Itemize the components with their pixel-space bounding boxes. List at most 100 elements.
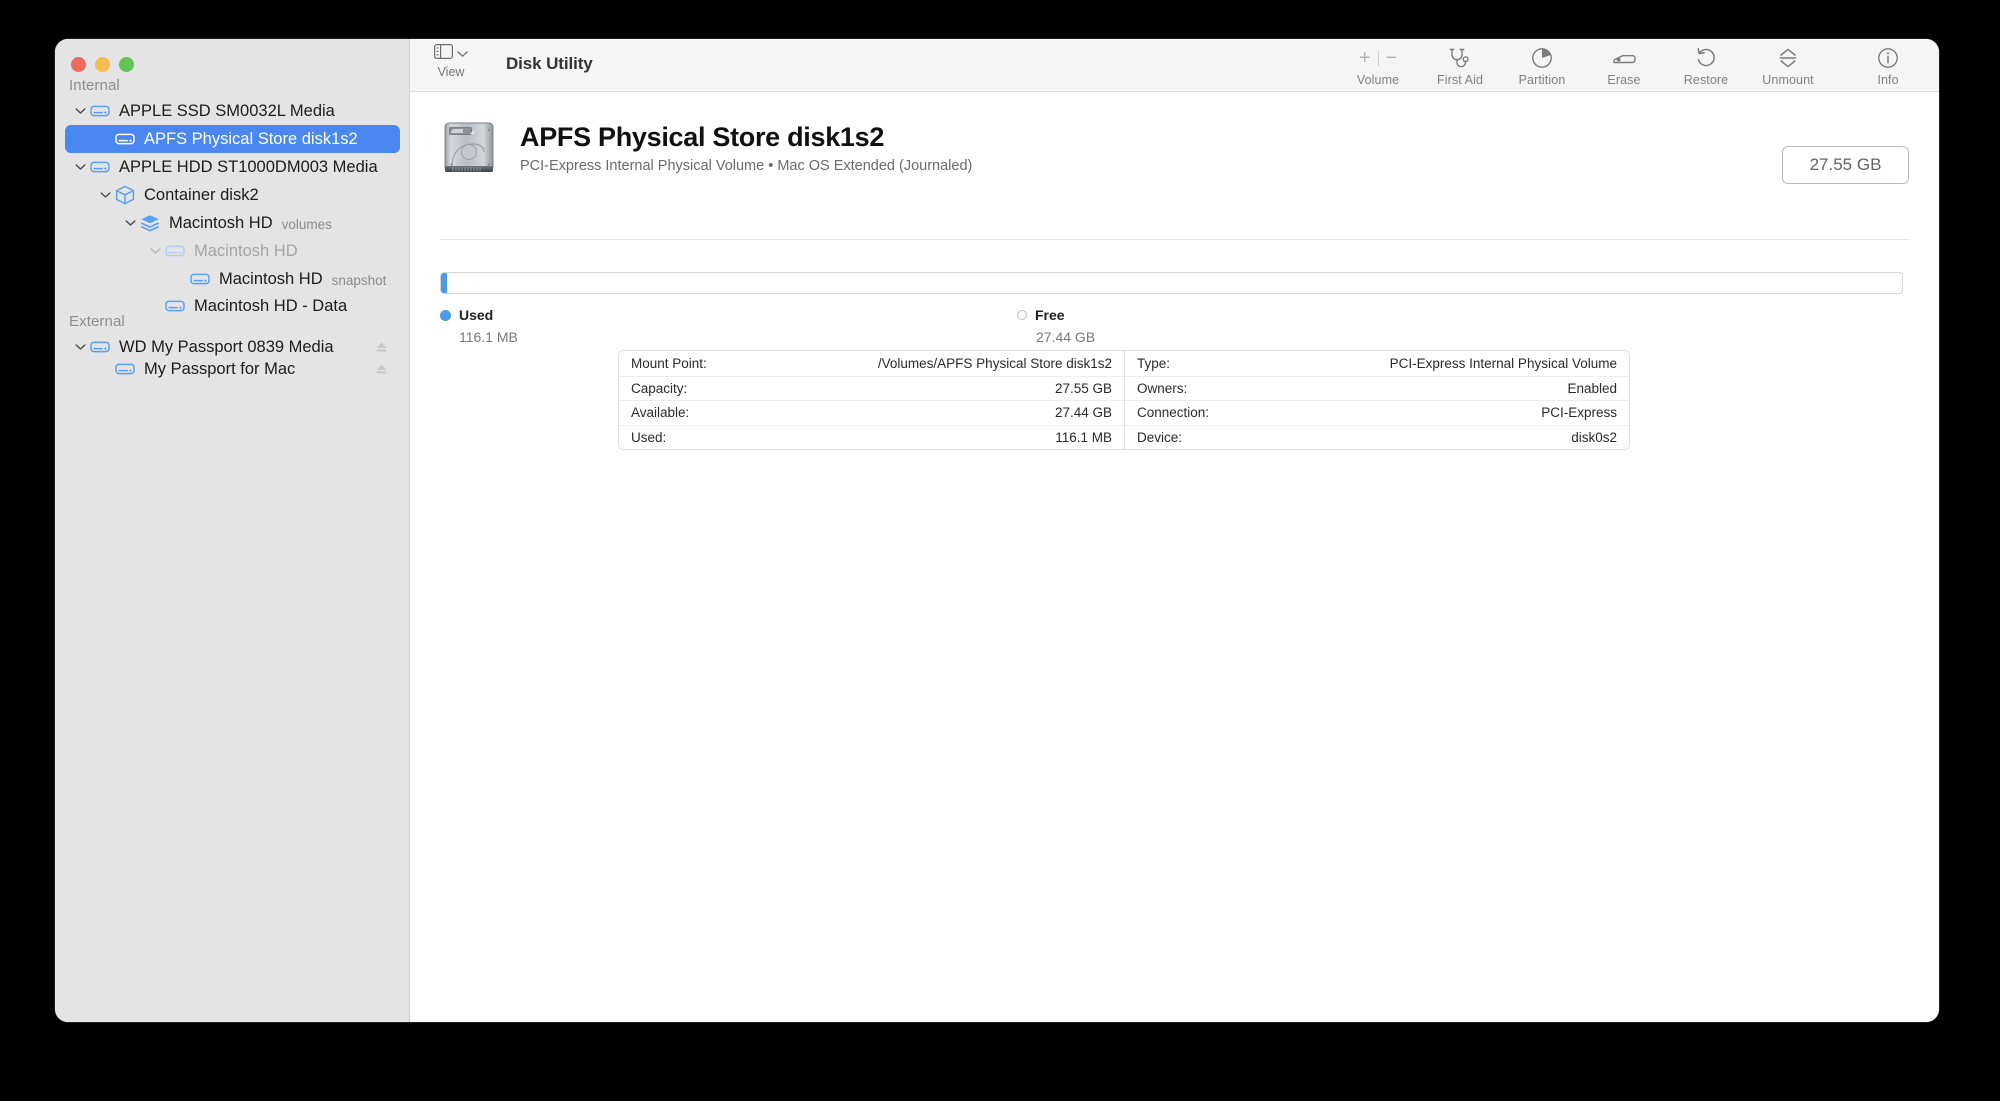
minimize-button[interactable]: [95, 57, 110, 72]
toolbar-label-info: Info: [1877, 73, 1899, 87]
view-glyph-group: [429, 44, 473, 64]
disk-icon: [114, 128, 136, 150]
info-column-left: Mount Point: /Volumes/APFS Physical Store…: [619, 351, 1124, 449]
disk-icon: [114, 358, 136, 380]
info-right-key: Connection:: [1137, 405, 1210, 421]
toolbar-item-partition[interactable]: Partition: [1501, 41, 1583, 87]
info-left-value: /Volumes/APFS Physical Store disk1s2: [877, 355, 1112, 371]
table-row: Capacity: 27.55 GB: [619, 375, 1124, 401]
sidebar-item-container-disk2[interactable]: Container disk2: [65, 181, 400, 209]
eject-split-icon: [1777, 47, 1799, 69]
sidebar-item-label: Macintosh HD: [219, 269, 323, 288]
twisty-placeholder: [96, 130, 114, 148]
page-title: APFS Physical Store disk1s2: [520, 122, 885, 152]
close-button[interactable]: [71, 57, 86, 72]
sidebar-item-label: APPLE HDD ST1000DM003 Media: [119, 157, 378, 176]
chevron-down-icon[interactable]: [71, 338, 89, 356]
window-traffic-lights: [71, 57, 134, 72]
info-left-key: Capacity:: [631, 380, 688, 396]
info-left-value: 116.1 MB: [1055, 429, 1112, 445]
chevron-down-icon[interactable]: [96, 186, 114, 204]
legend-used-swatch-icon: [440, 309, 451, 321]
sidebar-item-label: Macintosh HD: [194, 241, 298, 260]
sidebar-item-label: Macintosh HD: [169, 213, 273, 232]
toolbar-label-erase: Erase: [1607, 73, 1641, 87]
info-right-key: Device:: [1137, 429, 1183, 445]
info-left-value: 27.44 GB: [1054, 405, 1112, 421]
toolbar-item-restore[interactable]: Restore: [1665, 41, 1747, 87]
eraser-icon: [1611, 47, 1637, 69]
toolbar-item-info[interactable]: Info: [1847, 41, 1929, 87]
legend-free-label: Free: [1035, 307, 1065, 323]
sidebar-item-apple-ssd-media[interactable]: APPLE SSD SM0032L Media: [65, 97, 400, 125]
chevron-down-icon[interactable]: [71, 102, 89, 120]
pie-chart-icon: [1531, 47, 1553, 69]
sidebar-item-apple-hdd-media[interactable]: APPLE HDD ST1000DM003 Media: [65, 153, 400, 181]
disk-header-text: APFS Physical Store disk1s2 PCI-Express …: [520, 122, 972, 174]
header-divider: [440, 239, 1909, 240]
twisty-placeholder: [96, 360, 114, 378]
disk-icon: [89, 100, 111, 122]
container-icon: [114, 184, 136, 206]
toolbar-item-erase[interactable]: Erase: [1583, 41, 1665, 87]
disk-icon: [164, 240, 186, 262]
table-row: Owners: Enabled: [1125, 375, 1629, 401]
legend-free-swatch-icon: [1017, 310, 1027, 320]
info-right-value: PCI-Express: [1541, 405, 1617, 421]
toolbar-item-volume[interactable]: + − Volume: [1337, 41, 1419, 87]
table-row: Type: PCI-Express Internal Physical Volum…: [1125, 351, 1629, 376]
info-column-right: Type: PCI-Express Internal Physical Volum…: [1124, 351, 1629, 449]
sidebar-item-macintosh-hd-snapshot[interactable]: Macintosh HD snapshot: [65, 265, 400, 293]
disk-header: APFS Physical Store disk1s2 PCI-Express …: [440, 119, 972, 177]
legend-used-head: Used: [440, 307, 518, 323]
toolbar-label-unmount: Unmount: [1762, 73, 1814, 87]
info-left-key: Mount Point:: [631, 355, 707, 371]
legend-free: Free 27.44 GB: [1017, 307, 1095, 345]
eject-icon[interactable]: [375, 340, 388, 354]
sidebar-item-badge: snapshot: [331, 272, 387, 288]
screen: Internal APPLE SSD SM0032L Media APFS Phys…: [0, 0, 2000, 1101]
disk-icon: [189, 268, 211, 290]
table-row: Used: 116.1 MB: [619, 424, 1124, 450]
table-row: Mount Point: /Volumes/APFS Physical Store…: [619, 351, 1124, 376]
legend-free-value: 27.44 GB: [1036, 329, 1096, 345]
stethoscope-icon: [1448, 47, 1472, 69]
plus-icon: +: [1358, 47, 1371, 69]
chevron-down-icon[interactable]: [146, 242, 164, 260]
page-subtitle: PCI-Express Internal Physical Volume • M…: [520, 158, 973, 174]
chevron-down-icon[interactable]: [121, 214, 139, 232]
info-right-key: Type:: [1137, 355, 1171, 371]
legend-used: Used 116.1 MB: [440, 307, 518, 345]
chevron-down-icon[interactable]: [71, 158, 89, 176]
sidebar-item-badge: volumes: [281, 216, 332, 232]
table-row: Available: 27.44 GB: [619, 400, 1124, 425]
sidebar-item-label: APPLE SSD SM0032L Media: [119, 101, 335, 120]
toolbar-item-first-aid[interactable]: First Aid: [1419, 41, 1501, 87]
info-left-key: Used:: [631, 429, 667, 445]
hard-drive-image: [440, 119, 498, 177]
toolbar-label-restore: Restore: [1683, 73, 1729, 87]
eject-icon[interactable]: [375, 362, 388, 376]
toolbar-label-first-aid: First Aid: [1436, 73, 1484, 87]
window-title: Disk Utility: [506, 54, 593, 73]
info-left-key: Available:: [631, 405, 690, 421]
zoom-button[interactable]: [119, 57, 134, 72]
sidebar-item-label: My Passport for Mac: [144, 359, 296, 378]
toolbar-item-unmount[interactable]: Unmount: [1747, 41, 1829, 87]
view-label: View: [437, 65, 465, 79]
divider: [1377, 50, 1379, 66]
info-left-value: 27.55 GB: [1054, 380, 1112, 396]
info-right-value: PCI-Express Internal Physical Volume: [1389, 355, 1617, 371]
twisty-placeholder: [171, 270, 189, 288]
sidebar-item-macintosh-hd[interactable]: Macintosh HD: [65, 237, 400, 265]
sidebar-item-label: APFS Physical Store disk1s2: [144, 129, 358, 148]
toolbar-label-volume: Volume: [1356, 73, 1400, 87]
info-right-value: disk0s2: [1571, 429, 1617, 445]
view-toggle-button[interactable]: View: [429, 44, 473, 79]
sidebar-item-apfs-physical-store[interactable]: APFS Physical Store disk1s2: [65, 125, 400, 153]
sidebar-item-my-passport-for-mac[interactable]: My Passport for Mac: [65, 355, 400, 383]
sidebar: Internal APPLE SSD SM0032L Media APFS Phys…: [55, 39, 410, 1022]
disk-icon: [89, 156, 111, 178]
sidebar-item-macintosh-hd-volumes[interactable]: Macintosh HD volumes: [65, 209, 400, 237]
undo-arrow-icon: [1695, 47, 1717, 69]
